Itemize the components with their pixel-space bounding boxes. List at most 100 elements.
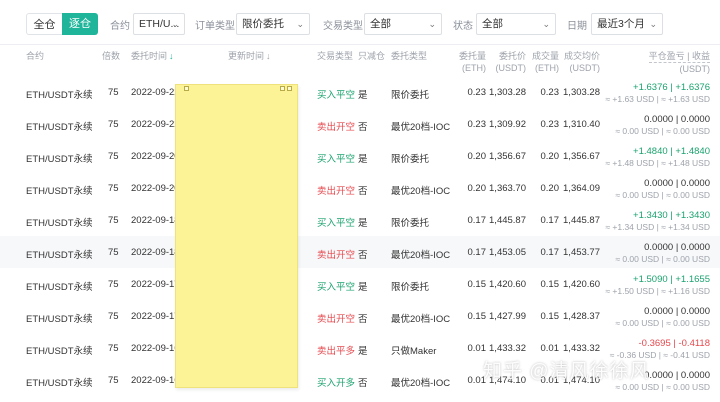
col-update-time[interactable]: 更新时间 ↓ <box>228 50 271 62</box>
cell-trade-type: 卖出开空 <box>317 250 356 261</box>
cell-trade-type: 买入平空 <box>317 282 356 293</box>
cell-order-price: 1,309.92 <box>489 119 526 130</box>
cell-reduce-only: 是 <box>358 218 368 229</box>
cell-trade-type: 卖出开空 <box>317 122 356 133</box>
col-order-price: 委托价 (USDT) <box>496 50 527 74</box>
order-type-filter-label: 订单类型 <box>195 21 235 32</box>
col-order-type: 委托类型 <box>391 51 428 61</box>
cell-pnl-usd: ≈ 0.00 USD | ≈ 0.00 USD <box>615 190 710 200</box>
cell-leverage: 75 <box>108 311 119 322</box>
col-pnl: 平仓盈亏 | 收益 (USDT) <box>648 50 710 75</box>
cell-trade-type: 买入开多 <box>317 378 356 389</box>
date-filter-label: 日期 <box>567 21 587 32</box>
table-row: ETH/USDT永续 75 2022-09-18 买入平空是限价委托 0.17 1,445… <box>0 204 720 236</box>
cell-reduce-only: 否 <box>358 378 368 389</box>
status-select[interactable]: 全部 ⌄ <box>476 13 556 35</box>
cell-order-time: 2022-09-17 <box>131 279 180 290</box>
date-select[interactable]: 最近3个月 ⌄ <box>591 13 663 35</box>
sticky-note-overlay[interactable] <box>175 84 298 388</box>
cell-pnl: +1.4840 | +1.4840 <box>633 146 710 157</box>
col-order-time[interactable]: 委托时间 ↓ <box>131 50 174 62</box>
note-handle-icon <box>287 86 292 91</box>
cell-order-price: 1,445.87 <box>489 215 526 226</box>
contract-filter-label: 合约 <box>110 21 130 32</box>
cell-order-type: 最优20档-IOC <box>391 250 451 261</box>
cell-order-time: 2022-09-22 <box>131 119 180 130</box>
col-order-qty-unit: (ETH) <box>462 63 486 73</box>
col-update-time-label: 更新时间 <box>228 51 265 61</box>
cell-pnl-usd: ≈ 0.00 USD | ≈ 0.00 USD <box>615 318 710 328</box>
trade-type-select[interactable]: 全部 ⌄ <box>364 13 442 35</box>
cell-contract: ETH/USDT永续 <box>26 250 93 261</box>
cell-pnl: 0.0000 | 0.0000 <box>644 114 710 125</box>
cell-order-time: 2022-09-17 <box>131 311 180 322</box>
cell-pnl-usd: ≈ +1.48 USD | ≈ +1.48 USD <box>605 158 710 168</box>
cell-order-type: 限价委托 <box>391 90 430 101</box>
order-type-select-value: 限价委托 <box>242 18 284 30</box>
cell-filled-qty: 0.15 <box>540 311 560 322</box>
col-order-time-label: 委托时间 <box>131 51 168 61</box>
cell-order-price: 1,453.05 <box>489 247 526 258</box>
cell-leverage: 75 <box>108 215 119 226</box>
cell-pnl-usd: ≈ 0.00 USD | ≈ 0.00 USD <box>615 126 710 136</box>
cell-filled-qty: 0.20 <box>540 151 560 162</box>
col-order-qty: 委托量 (ETH) <box>459 50 486 74</box>
contract-select[interactable]: ETH/U... ⌄ <box>133 13 185 35</box>
cell-order-type: 限价委托 <box>391 154 430 165</box>
table-row: ETH/USDT永续 75 2022-09-22 卖出开空否 最优20档-IOC 0.23… <box>0 108 720 140</box>
cell-filled-qty: 0.15 <box>540 279 560 290</box>
cell-order-time: 2022-09-20 <box>131 151 180 162</box>
cell-leverage: 75 <box>108 119 119 130</box>
cell-order-time: 2022-09-18 <box>131 247 180 258</box>
col-contract: 合约 <box>26 51 45 61</box>
sort-icon: ↓ <box>266 51 271 61</box>
cell-order-time: 2022-09-16 <box>131 375 180 386</box>
col-order-qty-label: 委托量 <box>458 51 486 61</box>
col-avg-price: 成交均价 (USDT) <box>564 50 600 74</box>
cell-order-qty: 0.15 <box>467 279 487 290</box>
cell-reduce-only: 否 <box>358 186 368 197</box>
cell-order-qty: 0.20 <box>467 183 487 194</box>
cell-reduce-only: 是 <box>358 154 368 165</box>
cell-trade-type: 卖出开空 <box>317 314 356 325</box>
table-row: ETH/USDT永续 75 2022-09-20 买入平空是限价委托 0.20 1,356… <box>0 140 720 172</box>
cell-reduce-only: 是 <box>358 346 368 357</box>
cell-leverage: 75 <box>108 279 119 290</box>
cell-reduce-only: 否 <box>358 122 368 133</box>
cell-contract: ETH/USDT永续 <box>26 282 93 293</box>
cell-trade-type: 卖出平多 <box>317 346 356 357</box>
col-filled-qty-label: 成交量 <box>531 51 559 61</box>
cell-pnl-usd: ≈ 0.00 USD | ≈ 0.00 USD <box>615 254 710 264</box>
cell-leverage: 75 <box>108 183 119 194</box>
cell-contract: ETH/USDT永续 <box>26 218 93 229</box>
order-type-select[interactable]: 限价委托 ⌄ <box>236 13 310 35</box>
filter-bar: 全仓 逐仓 合约 ETH/U... ⌄ 订单类型 限价委托 ⌄ 交易类型 全部 … <box>0 0 720 45</box>
cell-order-time: 2022-09-20 <box>131 183 180 194</box>
cell-pnl-usd: ≈ +1.63 USD | ≈ +1.63 USD <box>605 94 710 104</box>
cell-order-price: 1,433.32 <box>489 343 526 354</box>
cell-contract: ETH/USDT永续 <box>26 122 93 133</box>
chevron-down-icon: ⌄ <box>542 19 550 29</box>
col-filled-qty: 成交量 (ETH) <box>532 50 559 74</box>
cell-order-qty: 0.23 <box>467 119 487 130</box>
cell-order-price: 1,356.67 <box>489 151 526 162</box>
cell-leverage: 75 <box>108 151 119 162</box>
cell-filled-qty: 0.23 <box>540 119 560 130</box>
col-filled-qty-unit: (ETH) <box>535 63 559 73</box>
cell-order-qty: 0.17 <box>467 215 487 226</box>
cell-pnl-usd: ≈ +1.50 USD | ≈ +1.16 USD <box>605 286 710 296</box>
isolated-margin-button[interactable]: 逐仓 <box>62 13 98 35</box>
col-trade-type: 交易类型 <box>317 51 354 61</box>
cell-order-type: 限价委托 <box>391 218 430 229</box>
note-handle-icon <box>280 86 285 91</box>
cell-avg-price: 1,428.37 <box>563 311 600 322</box>
table-row: ETH/USDT永续 75 2022-09-17 卖出开空否 最优20档-IOC 0.15… <box>0 300 720 332</box>
table-row: ETH/USDT永续 75 2022-09-20 卖出开空否 最优20档-IOC 0.20… <box>0 172 720 204</box>
cell-contract: ETH/USDT永续 <box>26 90 93 101</box>
cross-margin-button[interactable]: 全仓 <box>26 13 62 35</box>
cell-filled-qty: 0.20 <box>540 183 560 194</box>
trade-type-select-value: 全部 <box>370 18 391 30</box>
status-select-value: 全部 <box>482 18 503 30</box>
table-row: ETH/USDT永续 75 2022-09-22 买入平空是限价委托 0.23 1,303… <box>0 76 720 108</box>
sort-desc-icon: ↓ <box>169 51 174 61</box>
